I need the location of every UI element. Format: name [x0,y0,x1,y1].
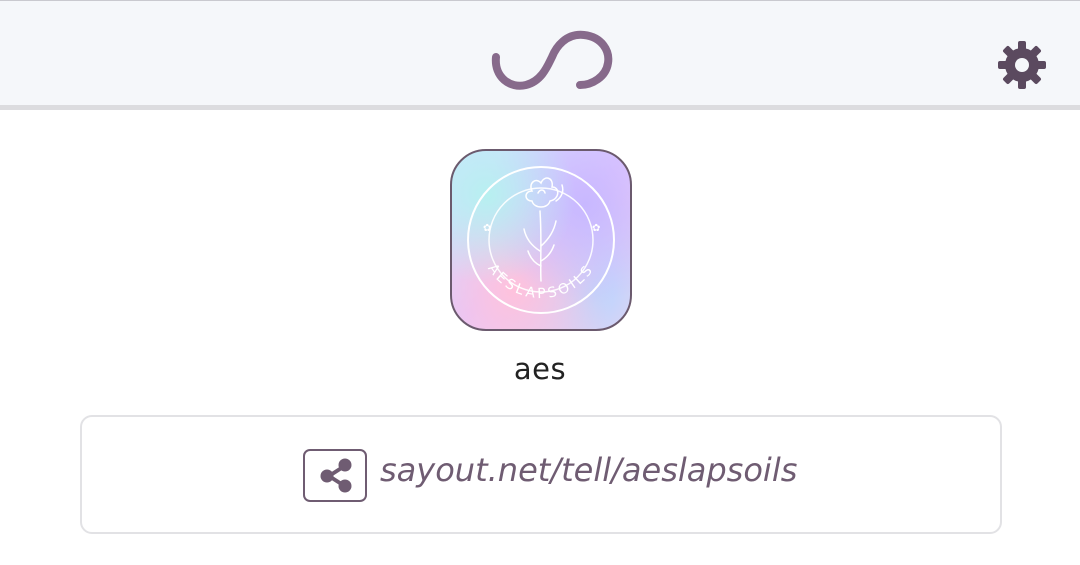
username: aes [513,352,567,386]
svg-text:✿: ✿ [592,223,600,234]
profile-link-text[interactable]: sayout.net/tell/aeslapsoils [380,451,797,489]
avatar-logo: AESLAPSOILS ✿ ✿ [467,166,615,314]
gear-icon[interactable] [996,39,1048,91]
infinity-loop-icon [491,30,613,90]
app-header [0,0,1080,110]
profile-link-card[interactable]: sayout.net/tell/aeslapsoils [80,415,1002,534]
share-icon [320,458,352,493]
avatar[interactable]: AESLAPSOILS ✿ ✿ [450,149,632,331]
svg-text:✿: ✿ [483,223,491,234]
share-button[interactable] [303,449,367,502]
